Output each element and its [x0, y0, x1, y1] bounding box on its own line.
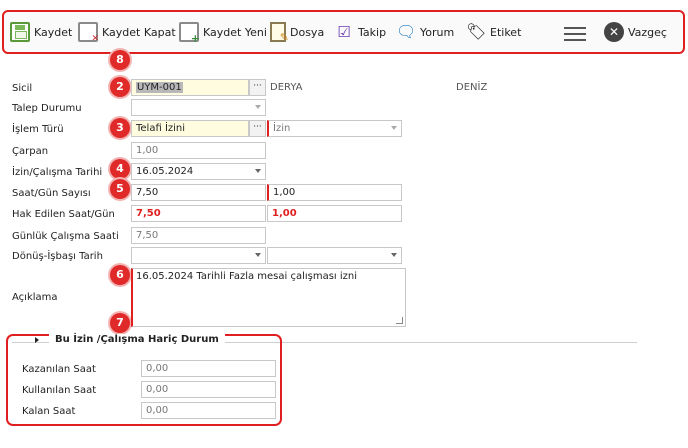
group-title[interactable]: Bu İzin /Çalışma Hariç Durum	[49, 334, 225, 345]
donus-isbasi-label: Dönüş-İşbaşı Tarih	[12, 251, 103, 262]
gunluk-calisma-input[interactable]: 7,50	[131, 227, 266, 244]
tag-icon: 🏷	[466, 22, 487, 41]
file-label: Dosya	[290, 25, 325, 39]
collapse-arrow-icon[interactable]	[35, 337, 39, 343]
carpan-label: Çarpan	[12, 146, 49, 157]
hak-edilen-hours-value: 7,50	[136, 208, 161, 219]
islem-turu-label: İşlem Türü	[12, 124, 64, 135]
sicil-label: Sicil	[12, 83, 33, 94]
kazanilan-label: Kazanılan Saat	[22, 364, 96, 375]
sicil-value: UYM-001	[136, 82, 183, 93]
save-new-button[interactable]: Kaydet Yeni	[179, 20, 267, 45]
islem-turu-input[interactable]: Telafi İzini	[131, 120, 249, 137]
file-button[interactable]: Dosya	[270, 20, 324, 44]
gunluk-calisma-value: 7,50	[136, 230, 159, 241]
marker-8: 8	[110, 50, 130, 70]
kullanilan-label: Kullanılan Saat	[22, 385, 97, 396]
saat-gun-label: Saat/Gün Sayısı	[12, 188, 91, 199]
hak-edilen-label: Hak Edilen Saat/Gün	[12, 209, 115, 220]
follow-label: Takip	[358, 25, 387, 39]
marker-3: 3	[110, 118, 130, 138]
aciklama-textarea[interactable]: 16.05.2024 Tarihli Fazla mesai çalışması…	[131, 268, 406, 327]
talep-durumu-label: Talep Durumu	[12, 103, 82, 114]
islem-turu-value: Telafi İzini	[136, 123, 186, 134]
tag-button[interactable]: 🏷 Etiket	[466, 20, 521, 44]
comment-icon: 🗨	[396, 22, 417, 41]
gunluk-calisma-label: Günlük Çalışma Saati	[12, 231, 119, 242]
checklist-icon: ☑	[337, 23, 351, 41]
employee-first-name: DERYA	[270, 82, 303, 93]
carpan-value: 1,00	[136, 145, 159, 156]
carpan-input[interactable]: 1,00	[131, 142, 266, 159]
talep-durumu-select[interactable]	[131, 99, 266, 116]
hak-edilen-hours-input[interactable]: 7,50	[131, 205, 266, 222]
comment-label: Yorum	[420, 25, 455, 39]
hak-edilen-days-input[interactable]: 1,00	[267, 205, 402, 222]
save-close-button[interactable]: Kaydet Kapat	[78, 20, 176, 44]
izin-tarihi-value: 16.05.2024	[136, 166, 194, 177]
sicil-input[interactable]: UYM-001	[131, 79, 249, 96]
save-new-icon	[179, 22, 200, 45]
cancel-button[interactable]: ✕ Vazgeç	[604, 20, 667, 44]
follow-button[interactable]: ☑ Takip	[334, 20, 386, 44]
cancel-label: Vazgeç	[628, 25, 667, 39]
marker-6: 6	[110, 265, 130, 285]
islem-turu-lookup-button[interactable]: ···	[249, 120, 266, 137]
aciklama-value: 16.05.2024 Tarihli Fazla mesai çalışması…	[136, 271, 358, 282]
marker-2: 2	[110, 77, 130, 97]
saat-gun-hours-input[interactable]: 7,50	[131, 184, 266, 201]
aciklama-label: Açıklama	[12, 292, 58, 303]
document-icon	[270, 22, 289, 44]
marker-5: 5	[110, 179, 130, 199]
saat-gun-hours-value: 7,50	[136, 187, 159, 198]
save-new-label: Kaydet Yeni	[203, 25, 267, 39]
hak-edilen-days-value: 1,00	[272, 208, 297, 219]
saat-gun-days-input[interactable]: 1,00	[267, 184, 402, 201]
donus-isbasi-time-picker[interactable]	[267, 247, 402, 264]
marker-7: 7	[110, 313, 130, 333]
kalan-value: 0,00	[146, 405, 169, 416]
islem-turu-type-value: İzin	[273, 123, 291, 134]
employee-last-name: DENİZ	[456, 82, 488, 93]
save-close-label: Kaydet Kapat	[102, 25, 176, 39]
tag-label: Etiket	[490, 25, 522, 39]
save-button[interactable]: Kaydet	[10, 20, 72, 44]
menu-icon[interactable]	[564, 27, 586, 41]
kalan-input[interactable]: 0,00	[141, 402, 276, 419]
chevron-down-icon	[391, 126, 397, 130]
chevron-down-icon	[255, 169, 261, 173]
chevron-down-icon	[255, 105, 261, 109]
comment-button[interactable]: 🗨 Yorum	[396, 20, 454, 44]
izin-tarihi-picker[interactable]: 16.05.2024	[131, 163, 266, 180]
toolbar: Kaydet Kaydet Kapat Kaydet Yeni Dosya ☑ …	[2, 10, 685, 54]
izin-tarihi-label: İzin/Çalışma Tarihi	[12, 167, 103, 178]
kalan-label: Kalan Saat	[22, 406, 76, 417]
close-icon: ✕	[604, 22, 624, 42]
marker-4: 4	[110, 159, 130, 179]
chevron-down-icon	[391, 253, 397, 257]
sicil-lookup-button[interactable]: ···	[249, 79, 266, 96]
islem-turu-type-select[interactable]: İzin	[267, 120, 402, 137]
kazanilan-input[interactable]: 0,00	[141, 360, 276, 377]
save-close-icon	[78, 22, 99, 44]
save-icon	[10, 22, 30, 42]
kazanilan-value: 0,00	[146, 363, 169, 374]
kullanilan-value: 0,00	[146, 384, 169, 395]
kullanilan-input[interactable]: 0,00	[141, 381, 276, 398]
save-label: Kaydet	[34, 25, 73, 39]
chevron-down-icon	[255, 253, 261, 257]
resize-handle-icon[interactable]	[396, 317, 403, 324]
donus-isbasi-date-picker[interactable]	[131, 247, 266, 264]
saat-gun-days-value: 1,00	[273, 187, 296, 198]
